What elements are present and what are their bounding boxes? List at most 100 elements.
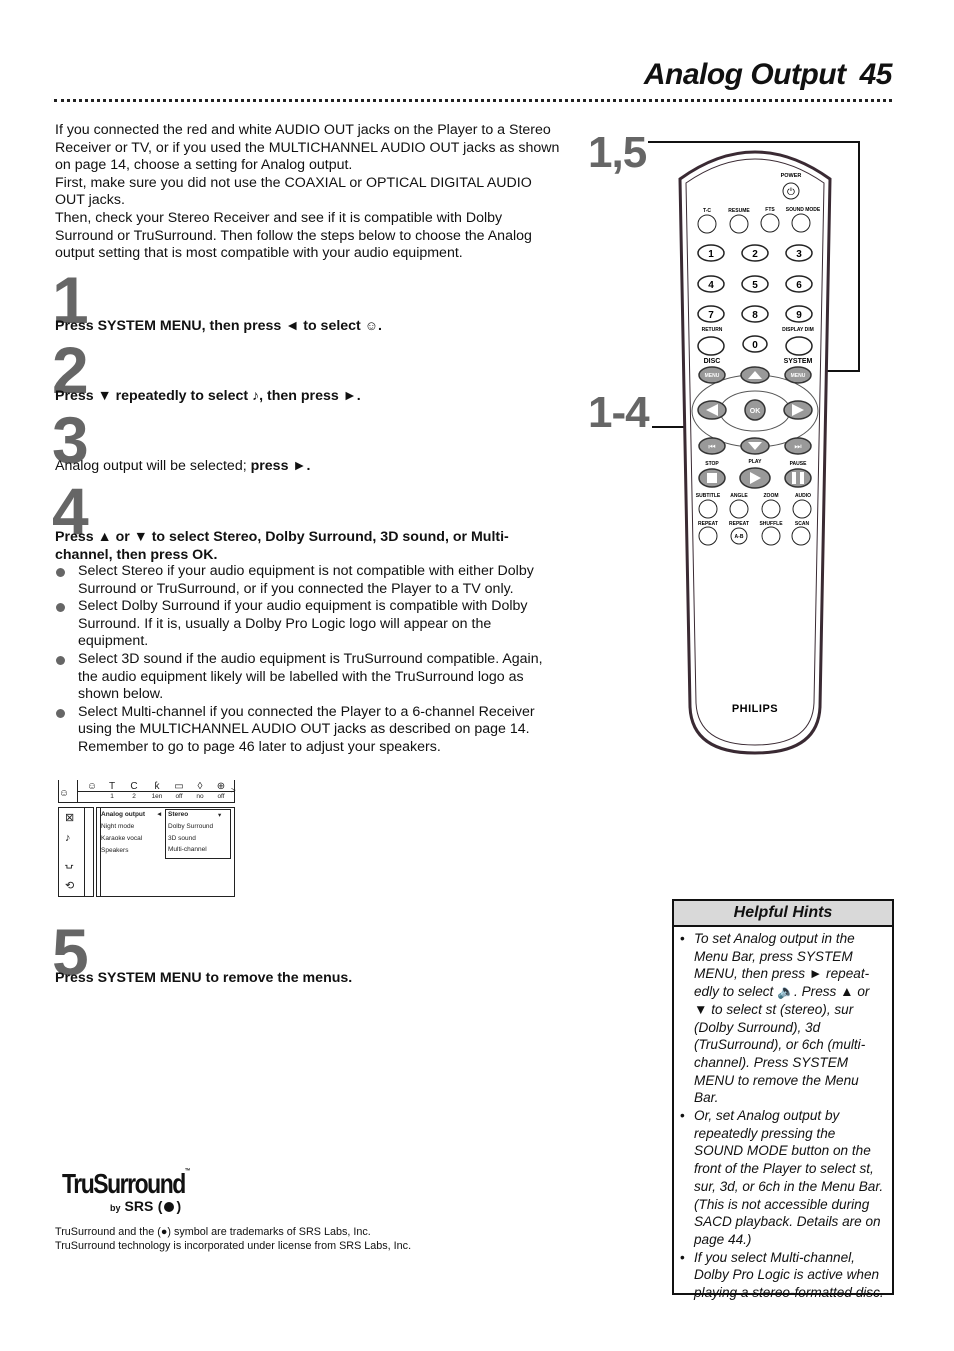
language-icon: ⍽ bbox=[65, 857, 74, 869]
remote-control-illustration: POWER ⏻ T-C RESUME FTS SOUND MODE 1 2 3 4 5… bbox=[648, 141, 860, 755]
angle-button bbox=[729, 499, 749, 519]
step4-bullet-list: Select Stereo if your audio equipment is… bbox=[55, 563, 555, 757]
svg-text:1: 1 bbox=[708, 249, 714, 260]
trademark-line: TruSurround technology is incorporated u… bbox=[55, 1240, 412, 1252]
osd-option-selected: Analog output bbox=[101, 811, 146, 818]
audio-lang-icon: ƙ bbox=[154, 781, 160, 792]
bullet-icon: • bbox=[680, 931, 685, 946]
scan-button bbox=[791, 526, 811, 546]
svg-text:6: 6 bbox=[796, 280, 802, 291]
header-divider bbox=[54, 99, 892, 102]
intro-paragraph: Then, check your Stereo Receiver and see… bbox=[55, 209, 532, 262]
svg-text:ZOOM: ZOOM bbox=[764, 493, 779, 499]
list-item: Select 3D sound if the audio equipment i… bbox=[55, 651, 555, 704]
osd-category-column: ⊠ ♪ ⍽ ⟲ bbox=[58, 807, 85, 897]
setup-icon: ☺ bbox=[58, 788, 70, 799]
svg-text:5: 5 bbox=[752, 280, 758, 291]
fts-label: FTS bbox=[765, 207, 775, 213]
subtitle-icon: ▭ bbox=[174, 781, 184, 792]
system-label: SYSTEM bbox=[784, 358, 813, 365]
trademark-notice: TruSurround and the (●) symbol are trade… bbox=[55, 1225, 411, 1253]
left-arrow-icon: ◄ bbox=[156, 811, 163, 818]
svg-text:REPEAT: REPEAT bbox=[729, 521, 749, 527]
chevron-down-icon: ▾ bbox=[218, 812, 222, 819]
osd-submenu: Stereo ▾ Dolby Surround 3D sound Multi-c… bbox=[165, 809, 231, 859]
audio-button bbox=[792, 499, 812, 519]
step-text-bold: to select bbox=[299, 318, 365, 334]
intro-paragraph: First, make sure you did not use the COA… bbox=[55, 174, 532, 209]
right-arrow-icon: ► bbox=[342, 388, 357, 404]
pause-button bbox=[784, 468, 812, 488]
osd-menu-bar: ☺ ☺ T 1 C 2 ƙ 1en ▭ off ◊ no ⊕ off > bbox=[58, 780, 236, 803]
svg-text:8: 8 bbox=[752, 310, 758, 321]
srs-symbol-icon: () bbox=[157, 1198, 182, 1214]
step-instruction: Press ▲ or ▼ to select Stereo, Dolby Sur… bbox=[55, 529, 555, 564]
setup-icon: ☺ bbox=[364, 318, 379, 333]
display-dim-label: DISPLAY DIM bbox=[782, 327, 814, 333]
osd-menu-icon: ☺ bbox=[86, 781, 98, 792]
ab-label: A-B bbox=[735, 534, 744, 540]
philips-logo: PHILIPS bbox=[732, 703, 778, 715]
list-item: Select Dolby Surround if your audio equi… bbox=[55, 598, 555, 651]
disc-menu-label: MENU bbox=[705, 373, 720, 379]
step-instruction: Analog output will be selected; press ►. bbox=[55, 458, 555, 476]
svg-text:AUDIO: AUDIO bbox=[795, 493, 811, 499]
shuffle-button bbox=[761, 526, 781, 546]
bullet-icon bbox=[56, 568, 65, 577]
osd-value: 2 bbox=[132, 793, 136, 800]
bullet-icon: • bbox=[680, 1249, 685, 1265]
step-instruction: Press SYSTEM MENU, then press ◄ to selec… bbox=[55, 318, 382, 334]
svg-text:3: 3 bbox=[796, 249, 802, 260]
svg-text:SHUFFLE: SHUFFLE bbox=[759, 521, 783, 527]
osd-submenu-option: Multi-channel bbox=[168, 846, 207, 853]
logo-text: TruSurround bbox=[62, 1168, 186, 1199]
system-menu-label: MENU bbox=[791, 373, 806, 379]
callout-label-1-5: 1,5 bbox=[588, 128, 647, 177]
hint-item: • If you select Multi-channel, Dolby Pro … bbox=[680, 1249, 886, 1302]
step-text: Analog output will be selected; bbox=[55, 458, 251, 474]
list-item-text: Select Multi-channel if you connected th… bbox=[78, 703, 535, 755]
trademark-line: TruSurround and the (●) symbol are trade… bbox=[55, 1226, 371, 1238]
bullet-icon bbox=[56, 603, 65, 613]
trademark-symbol: ™ bbox=[184, 1168, 191, 1175]
osd-scroll-column bbox=[85, 807, 94, 897]
step-instruction: Press ▼ repeatedly to select ♪, then pre… bbox=[55, 388, 361, 404]
svg-text:2: 2 bbox=[752, 249, 758, 260]
osd-option: Speakers bbox=[101, 847, 129, 854]
page-title-text: Analog Output bbox=[643, 58, 846, 91]
sound-mode-button bbox=[791, 213, 811, 233]
page-title: Analog Output 45 bbox=[643, 58, 893, 92]
list-item: Select Stereo if your audio equipment is… bbox=[55, 563, 555, 598]
disc-label: DISC bbox=[704, 358, 721, 365]
t-c-button bbox=[697, 214, 717, 234]
osd-value: off bbox=[175, 793, 183, 800]
next-icon: ⏭ bbox=[794, 442, 801, 451]
chevron-right-icon: > bbox=[231, 786, 236, 795]
osd-option: Karaoke vocal bbox=[101, 835, 143, 842]
svg-text:ANGLE: ANGLE bbox=[730, 493, 748, 499]
step-instruction: Press SYSTEM MENU to remove the menus. bbox=[55, 970, 555, 988]
svg-text:7: 7 bbox=[708, 310, 714, 321]
osd-value: 1 bbox=[110, 793, 114, 800]
pause-icon bbox=[792, 472, 796, 484]
step-text-bold: Press SYSTEM MENU, then press bbox=[55, 318, 286, 334]
osd-value: 1en bbox=[151, 793, 163, 800]
audio-note-icon: ♪ bbox=[65, 832, 71, 844]
down-arrow-icon: ▼ bbox=[97, 388, 112, 404]
bullet-icon: • bbox=[680, 1108, 685, 1124]
power-label: POWER bbox=[781, 173, 802, 179]
hint-text: If you select Multi-channel, Dolby Pro L… bbox=[694, 1249, 884, 1301]
hint-item: • To set Analog output in the Menu Bar, p… bbox=[680, 930, 886, 1107]
repeat-button bbox=[698, 526, 718, 546]
hint-text: Or, set Analog output by repeatedly pres… bbox=[694, 1108, 884, 1247]
list-item-text: Select Stereo if your audio equipment is… bbox=[78, 563, 534, 597]
svg-text:SCAN: SCAN bbox=[795, 521, 810, 527]
t-c-label: T-C bbox=[703, 208, 711, 214]
bullet-icon bbox=[56, 708, 65, 718]
stop-icon bbox=[707, 473, 717, 483]
osd-menu-figure: ☺ ☺ T 1 C 2 ƙ 1en ▭ off ◊ no ⊕ off > ⊠ ♪… bbox=[58, 780, 236, 897]
step-text-bold: press ►. bbox=[250, 458, 311, 474]
srs-logo: by SRS () bbox=[110, 1198, 181, 1216]
play-label: PLAY bbox=[749, 459, 763, 465]
hint-item: • Or, set Analog output by repeatedly pre… bbox=[680, 1107, 886, 1249]
